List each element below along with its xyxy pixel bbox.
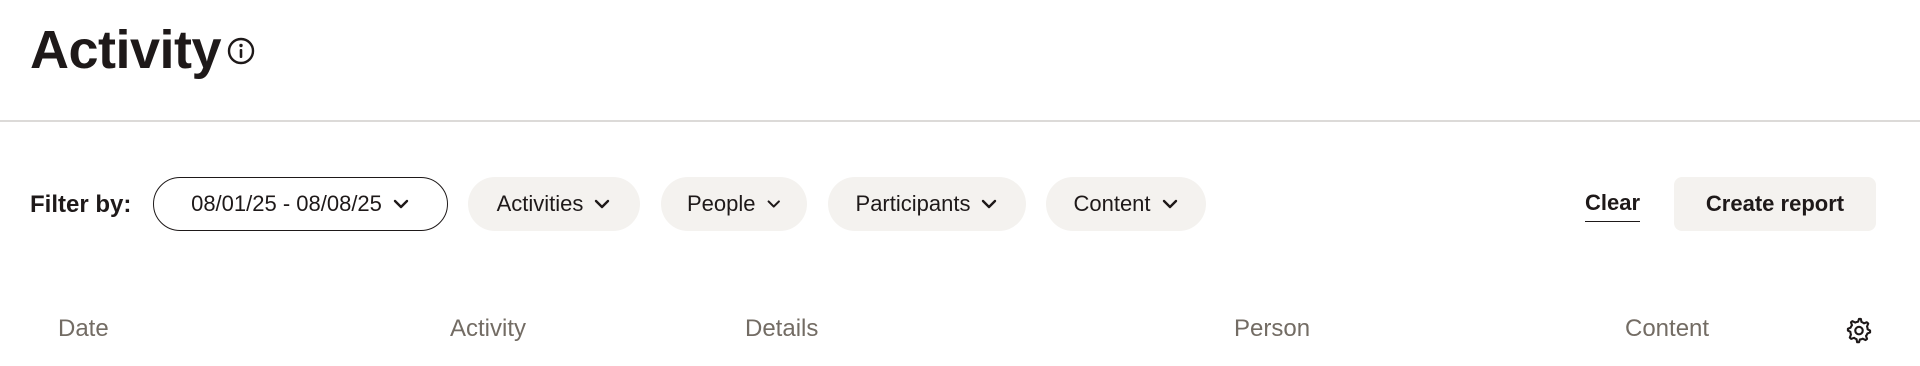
chevron-down-icon <box>1162 199 1177 209</box>
gear-icon[interactable] <box>1845 316 1873 344</box>
info-icon[interactable] <box>226 36 256 66</box>
participants-filter-label: Participants <box>855 191 971 216</box>
filter-label: Filter by: <box>30 191 132 218</box>
content-filter[interactable]: Content <box>1046 177 1206 231</box>
chevron-down-icon <box>767 200 780 208</box>
column-header-person[interactable]: Person <box>1234 314 1310 344</box>
filter-bar: Filter by: 08/01/25 - 08/08/25 Activitie… <box>0 176 1920 234</box>
chevron-down-icon <box>393 199 409 209</box>
create-report-button[interactable]: Create report <box>1674 177 1876 231</box>
people-filter[interactable]: People <box>661 177 807 231</box>
activities-filter-label: Activities <box>496 191 584 216</box>
page-title: Activity <box>30 20 222 80</box>
content-filter-label: Content <box>1073 191 1151 216</box>
clear-filters-link[interactable]: Clear <box>1585 189 1641 222</box>
participants-filter[interactable]: Participants <box>828 177 1026 231</box>
people-filter-label: People <box>687 191 756 216</box>
chevron-down-icon <box>982 199 997 209</box>
column-header-details[interactable]: Details <box>745 314 818 344</box>
page-header: Activity <box>0 0 1920 122</box>
activities-filter[interactable]: Activities <box>468 177 640 231</box>
column-header-date[interactable]: Date <box>58 314 109 344</box>
date-range-label: 08/01/25 - 08/08/25 <box>191 191 382 216</box>
date-range-filter[interactable]: 08/01/25 - 08/08/25 <box>153 177 448 231</box>
chevron-down-icon <box>595 199 610 209</box>
column-header-activity[interactable]: Activity <box>450 314 526 344</box>
column-header-content[interactable]: Content <box>1625 314 1709 344</box>
table-header: Date Activity Details Person Content <box>0 306 1920 354</box>
